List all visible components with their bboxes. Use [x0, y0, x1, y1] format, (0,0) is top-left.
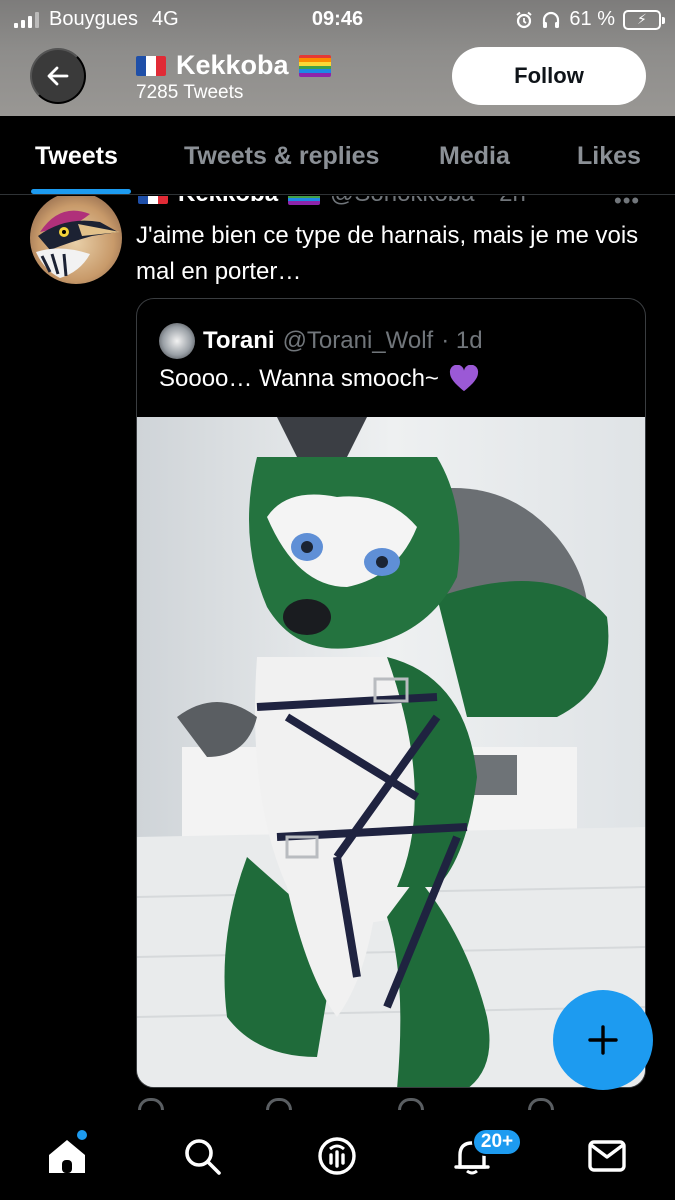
quoted-tweet-image[interactable] — [137, 417, 646, 1088]
share-icon[interactable] — [528, 1098, 554, 1110]
tab-tweets-and-replies[interactable]: Tweets & replies — [184, 142, 379, 171]
alarm-icon — [516, 11, 533, 28]
profile-name: Kekkoba — [176, 50, 289, 80]
headphones-icon — [543, 11, 560, 28]
quoted-tweet-text-row: Soooo… Wanna smooch~ — [159, 365, 479, 393]
tab-media[interactable]: Media — [439, 142, 510, 171]
bottom-nav — [0, 1110, 675, 1200]
quoted-avatar — [159, 323, 195, 359]
follow-button[interactable]: Follow — [452, 47, 646, 105]
tab-likes[interactable]: Likes — [577, 142, 641, 171]
retweet-icon[interactable] — [266, 1098, 292, 1110]
reply-icon[interactable] — [138, 1098, 164, 1110]
battery-percent: 61 % — [569, 8, 615, 30]
quoted-tweet-text: Soooo… Wanna smooch~ — [159, 365, 439, 392]
status-bar: Bouygues 4G 09:46 61 % ⚡ — [0, 0, 675, 38]
nav-spaces[interactable] — [313, 1132, 361, 1180]
tweet-author-handle[interactable]: @Sohokkoba — [330, 196, 474, 208]
french-flag-icon — [136, 55, 166, 76]
quoted-author-handle: @Torani_Wolf — [282, 327, 434, 354]
rainbow-flag-icon — [298, 54, 331, 77]
like-icon[interactable] — [398, 1098, 424, 1110]
profile-tabs: Tweets Tweets & replies Media Likes — [0, 116, 675, 195]
compose-tweet-button[interactable] — [553, 990, 653, 1090]
status-right: 61 % ⚡ — [515, 8, 665, 31]
quoted-tweet[interactable]: Torani @Torani_Wolf · 1d Soooo… Wanna sm… — [136, 298, 646, 1088]
quoted-tweet-header: Torani @Torani_Wolf · 1d — [159, 323, 483, 359]
nav-messages[interactable] — [583, 1132, 631, 1180]
spaces-icon — [318, 1137, 356, 1175]
rainbow-flag-icon — [288, 196, 321, 205]
profile-header-banner: Bouygues 4G 09:46 61 % ⚡ Kekkoba 7285 Tw… — [0, 0, 675, 116]
tweet-header: Kekkoba @Sohokkoba · 2h — [138, 196, 526, 208]
active-tab-indicator — [31, 189, 131, 194]
home-icon — [49, 1140, 85, 1173]
messages-icon — [588, 1140, 626, 1172]
search-icon — [185, 1139, 221, 1175]
avatar[interactable] — [30, 196, 122, 284]
tweet-text: J'aime bien ce type de harnais, mais je … — [136, 222, 639, 285]
back-button[interactable] — [30, 48, 86, 104]
tweet-actions-row — [136, 1098, 576, 1110]
tab-tweets[interactable]: Tweets — [35, 142, 118, 171]
bird-avatar-icon — [36, 210, 120, 278]
french-flag-icon — [138, 196, 168, 204]
profile-name-row: Kekkoba — [136, 50, 331, 81]
notification-badge: 20+ — [472, 1128, 522, 1156]
tweet-count: 7285 Tweets — [136, 82, 244, 103]
nav-search[interactable] — [178, 1132, 226, 1180]
plus-icon — [588, 1025, 618, 1055]
arrow-left-icon — [47, 66, 69, 86]
quoted-author-name: Torani — [203, 327, 275, 354]
battery-icon: ⚡ — [623, 9, 665, 30]
purple-heart-icon — [449, 365, 478, 392]
home-unread-dot — [77, 1130, 87, 1140]
tweet-author-name[interactable]: Kekkoba — [178, 196, 278, 208]
tweet[interactable]: Kekkoba @Sohokkoba · 2h ••• J'aime bien … — [0, 196, 675, 1110]
quoted-tweet-time: · 1d — [441, 327, 483, 354]
more-options-icon[interactable]: ••• — [614, 196, 640, 214]
tweet-time: · 2h — [485, 196, 526, 208]
